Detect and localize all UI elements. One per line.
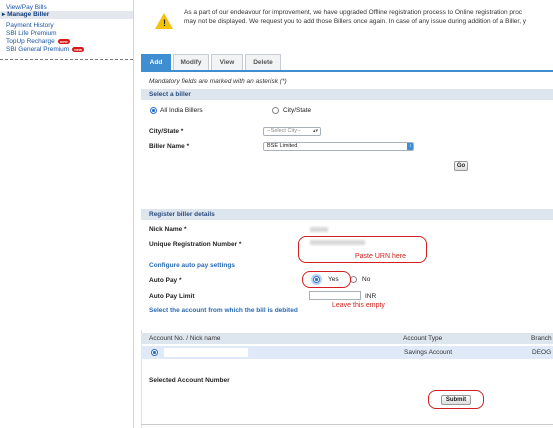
account-number-redacted [164,348,248,357]
new-badge: new [72,46,84,52]
account-type-cell: Savings Account [404,349,453,356]
selected-account-label: Selected Account Number [149,377,230,384]
redacted-value [310,227,328,232]
section-title: Register biller details [149,211,215,218]
city-state-select[interactable]: --Select City-- ▴▾ [263,127,321,136]
submit-annotation-ring [428,390,484,409]
column-account-type: Account Type [403,335,443,342]
tab-view[interactable]: View [211,54,243,70]
select-biller-section: Select a biller [141,89,553,100]
city-state-option-label: City/State [283,107,312,114]
auto-pay-heading: Configure auto pay settings [149,262,235,269]
left-navigation: View/Pay Bills ▸ Manage Biller Payment H… [0,0,133,428]
city-state-radio[interactable] [272,107,279,114]
account-select-radio[interactable] [151,349,158,356]
debit-account-heading: Select the account from which the bill i… [149,307,298,314]
urn-label: Unique Registration Number * [149,241,242,248]
chevron-updown-icon: ▴▾ [312,128,318,134]
tab-underline [141,70,553,72]
auto-pay-limit-label: Auto Pay Limit [149,293,195,300]
nav-payment-history[interactable]: Payment History [6,22,54,30]
warning-exclamation: ! [163,18,166,28]
bottom-divider [141,424,553,425]
go-button[interactable]: Go [454,161,468,171]
section-title: Select a biller [149,91,191,98]
auto-pay-limit-field[interactable] [309,291,361,300]
tab-modify[interactable]: Modify [173,54,209,70]
content-border [133,0,134,428]
nav-manage-biller[interactable]: ▸ Manage Biller [0,11,133,19]
nav-topup-label: TopUp Recharge [6,38,55,45]
biller-name-select[interactable]: BSE Limited ↕ [263,142,414,151]
biller-name-label: Biller Name * [149,143,190,150]
leave-empty-annotation: Leave this empty [332,302,385,309]
all-india-billers-label: All India Billers [160,107,203,114]
all-india-billers-radio[interactable] [150,107,157,114]
tab-delete[interactable]: Delete [245,54,281,70]
nav-sbi-life-premium[interactable]: SBI Life Premium [6,30,57,38]
nav-topup-recharge[interactable]: TopUp Recharge new [6,38,70,46]
tab-add[interactable]: Add [141,54,171,70]
auto-pay-annotation-ring [302,271,351,288]
nav-sbi-general-premium[interactable]: SBI General Premium new [6,46,84,54]
nick-name-field[interactable] [309,225,331,234]
table-row[interactable]: Savings Account DEOG [141,346,553,359]
notice-text: As a part of our endeavour for improveme… [184,9,527,25]
column-account: Account No. / Nick name [149,335,221,342]
city-state-value: --Select City-- [267,128,301,134]
currency-label: INR [365,293,377,300]
accounts-table-header: Account No. / Nick name Account Type Bra… [141,333,553,344]
branch-cell: DEOG [532,349,552,356]
nav-divider [0,59,133,60]
biller-name-value: BSE Limited [267,143,298,149]
register-biller-section: Register biller details [141,209,553,220]
auto-pay-label: Auto Pay * [149,277,182,284]
city-state-label: City/State * [149,128,184,135]
nick-name-label: Nick Name * [149,226,187,233]
auto-pay-no-label: No [362,276,371,283]
column-branch: Branch [531,335,552,342]
nav-general-label: SBI General Premium [6,46,70,53]
auto-pay-no-radio[interactable] [350,276,357,283]
mandatory-note: Mandatory fields are marked with an aste… [149,78,287,85]
chevron-updown-icon: ↕ [407,143,413,150]
new-badge: new [57,38,70,44]
paste-urn-annotation: Paste URN here [355,253,406,260]
